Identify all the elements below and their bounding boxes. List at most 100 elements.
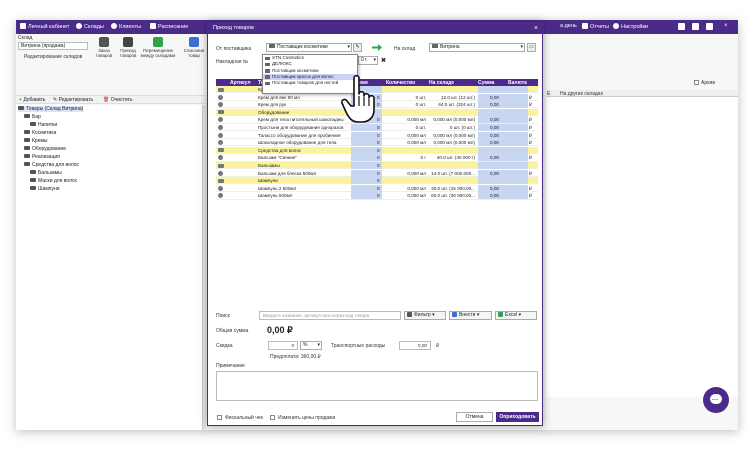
clear-date-icon[interactable]: ✖ (381, 57, 386, 64)
invoice-label: Накладная № (216, 59, 249, 65)
bell-icon[interactable] (678, 23, 685, 30)
category-row[interactable]: Бальзамы 0 (216, 162, 538, 170)
tree-node[interactable]: Оборудование (24, 146, 66, 152)
category-tree: Товары (Склад Витрина) Бар Напитки Косме… (16, 105, 202, 430)
row-name: Простыни для оборудования одноразов (258, 125, 344, 130)
table-row[interactable]: Шоколадное оборудование для тела 0 0,000 м… (216, 139, 538, 147)
row-sum: 0,00 (490, 155, 499, 161)
row-sum-cell[interactable] (478, 177, 528, 185)
row-stock: 0,000 мл (0,000 мл) (433, 117, 475, 123)
table-row[interactable]: Бальзам "Сияние" 0 0 г 40.0 шт. (40 000 г) 0… (216, 154, 538, 162)
category-row[interactable]: Средства для волос 0 (216, 146, 538, 154)
panel-splitter[interactable] (202, 105, 206, 430)
row-sum: 0,00 (490, 185, 499, 191)
row-sum-cell[interactable] (478, 116, 528, 124)
nav-day-fragment[interactable]: а день (560, 23, 577, 29)
excel-button[interactable]: Excel ▾ (495, 311, 537, 320)
nav-settings[interactable]: Настройки (613, 23, 648, 30)
tree-node[interactable]: Кремы (24, 138, 48, 144)
question-icon[interactable] (706, 23, 713, 30)
tree-node[interactable]: Косметика (24, 130, 56, 136)
row-sum-cell[interactable] (478, 184, 528, 192)
folder-icon: ▭ (529, 44, 534, 50)
row-sum: 0,00 (490, 125, 499, 130)
dialog-close-icon[interactable]: × (534, 25, 538, 32)
row-sum-cell[interactable] (478, 154, 528, 162)
search-label: Поиск (216, 313, 230, 319)
filter-button[interactable]: Фильтр ▾ (404, 311, 446, 320)
add-goods-button[interactable]: Внести ▾ (449, 311, 492, 320)
nav-clients[interactable]: Клиенты (111, 23, 141, 30)
tree-node[interactable]: Средства для волос (24, 162, 79, 168)
nav-schedule[interactable]: Расписание (150, 23, 188, 30)
table-row[interactable]: Шампунь 500мл 0 0,000 мл 60.0 шт. (30 000.0… (216, 192, 538, 200)
table-row[interactable]: Бальзам для блеска 500мл 0 0,000 мл 14.0 шт… (216, 169, 538, 177)
row-sum-cell[interactable] (478, 192, 528, 200)
search-input[interactable]: Введите название, артикул или штрих-код … (259, 311, 401, 320)
nav-personal-cabinet[interactable]: Личный кабинет (20, 23, 69, 30)
table-row[interactable]: Талассо оборудование для пробиения 0 0,000… (216, 131, 538, 139)
tree-node[interactable]: Товары (Склад Витрина) (18, 106, 84, 112)
tree-node[interactable]: Напитки (30, 122, 57, 128)
row-sum-cell[interactable] (478, 108, 528, 116)
row-sum-cell[interactable] (478, 93, 528, 101)
folder-icon (218, 110, 224, 115)
nav-warehouses[interactable]: Склады (76, 23, 104, 30)
cancel-button[interactable]: Отмена (456, 412, 493, 422)
archive-checkbox[interactable]: Архив (694, 80, 715, 86)
edit-button[interactable]: ✎ Редактировать (53, 97, 93, 103)
tree-node[interactable]: Бар (24, 114, 41, 120)
warehouse-select[interactable]: Витрина (продажа) (18, 42, 88, 50)
warehouse-folder-button[interactable]: ▭ (527, 43, 536, 52)
tree-node[interactable]: Реализация (24, 154, 60, 160)
row-sum-cell[interactable] (478, 146, 528, 154)
nav-reports[interactable]: Отчеты (582, 23, 609, 30)
archive-check-box[interactable] (694, 80, 699, 85)
edit-warehouses-link[interactable]: Редактирование складов (24, 54, 82, 60)
table-row[interactable]: Простыни для оборудования одноразов 0 0 шт… (216, 124, 538, 132)
row-sum-cell[interactable] (478, 124, 528, 131)
row-sum-cell[interactable] (478, 86, 528, 93)
row-name: Бальзам для блеска 500мл (258, 170, 317, 176)
transport-input[interactable]: 0,00 (399, 341, 431, 350)
add-button[interactable]: + Добавить (19, 97, 45, 103)
transport-currency: ₽ (436, 343, 440, 349)
chat-widget-button[interactable]: ... (703, 387, 729, 413)
notes-textarea[interactable] (216, 371, 538, 401)
window-close-icon[interactable]: × (724, 23, 731, 30)
row-sum-cell[interactable] (478, 169, 528, 177)
row-price: 0 (377, 163, 380, 168)
trash-icon: 🗑 (103, 97, 110, 103)
tool-move-goods[interactable]: Перемещение между складами (140, 37, 176, 58)
row-sum-cell[interactable] (478, 131, 528, 139)
tool-receive-goods[interactable]: Приход товаров (114, 37, 142, 58)
tree-node[interactable]: Бальзамы (30, 170, 62, 176)
row-qty: 0 шт. (415, 102, 426, 108)
discount-unit-select[interactable]: % ▾ (300, 341, 322, 350)
user-icon (20, 23, 26, 29)
folder-icon (218, 178, 224, 183)
change-prices-label: Изменить цены продажи (278, 415, 336, 421)
row-sum-cell[interactable] (478, 162, 528, 169)
row-sum-cell[interactable] (478, 101, 528, 109)
table-row[interactable]: Шампунь 2 500мл 0 0,000 мл 30.0 шт. (15 000… (216, 184, 538, 192)
clear-button[interactable]: 🗑 Очистить (103, 97, 133, 103)
row-qty: 0,000 мл (407, 117, 426, 123)
transport-label: Транспортные расходы (331, 343, 386, 349)
lock-icon[interactable] (692, 23, 699, 30)
fiscal-checkbox[interactable] (217, 415, 222, 420)
edit-supplier-button[interactable]: ✎ (353, 43, 362, 52)
tree-node[interactable]: Маски для волос (30, 178, 77, 184)
supplier-select[interactable]: Поставщик косметики ▾ (266, 43, 352, 52)
submit-button[interactable]: Оприходовать (496, 412, 539, 422)
change-prices-checkbox[interactable] (270, 415, 275, 420)
tree-node[interactable]: Шампуни (30, 186, 60, 192)
stock-grid-header: Е На других складах (546, 90, 738, 97)
category-row[interactable]: Шампуни 0 (216, 177, 538, 185)
date-field[interactable]: 0 г. ▾ (358, 56, 378, 65)
discount-input[interactable]: 0 (268, 341, 298, 350)
tool-write-off[interactable]: Списание товар (180, 37, 208, 58)
warehouse-target-select[interactable]: Витрина ▾ (429, 43, 525, 52)
row-stock: 40.0 шт. (40 000 г) (436, 155, 475, 161)
row-sum-cell[interactable] (478, 139, 528, 147)
